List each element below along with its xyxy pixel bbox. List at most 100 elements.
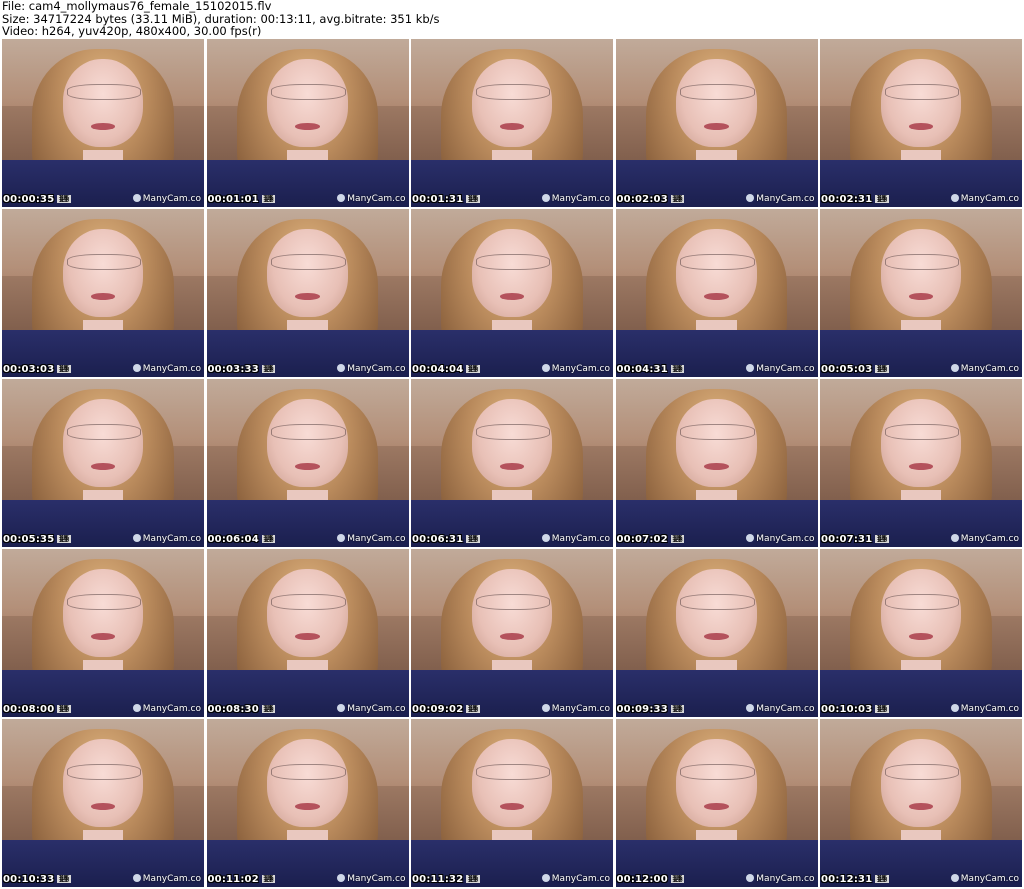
timestamp-text: 00:11:32: [412, 874, 464, 885]
manycam-logo-icon: [950, 364, 959, 372]
manycam-watermark: ManyCam.co: [132, 194, 201, 204]
manycam-logo-icon: [541, 194, 550, 202]
thumbnail-timestamp: 00:08:30 15: [208, 704, 276, 715]
thumbnail-glasses: [884, 424, 960, 440]
manycam-watermark: ManyCam.co: [337, 704, 406, 714]
timestamp-text: 00:07:31: [821, 534, 873, 545]
video-thumbnail: ManyCam.co 00:06:04 15: [206, 379, 409, 547]
timestamp-text: 00:04:04: [412, 364, 464, 375]
thumbnail-lips: [295, 123, 320, 130]
thumbnail-lips: [908, 293, 934, 300]
timestamp-text: 00:02:03: [616, 194, 668, 205]
watermark-text: ManyCam.co: [551, 704, 610, 714]
thumbnail-face: [62, 59, 144, 147]
timestamp-text: 00:09:02: [412, 704, 464, 715]
manycam-logo-icon: [950, 874, 959, 882]
thumbnail-timestamp: 00:11:32 15: [412, 874, 480, 885]
video-thumbnail: ManyCam.co 00:09:33 15: [615, 549, 818, 717]
thumbnail-lips: [499, 293, 525, 300]
watermark-text: ManyCam.co: [960, 704, 1019, 714]
manycam-watermark: ManyCam.co: [950, 534, 1019, 544]
watermark-text: ManyCam.co: [142, 534, 201, 544]
video-thumbnail: ManyCam.co 00:03:03 15: [2, 209, 204, 377]
thumbnail-glasses: [271, 84, 346, 100]
video-thumbnail: ManyCam.co 00:03:33 15: [206, 209, 409, 377]
thumbnail-face: [62, 399, 144, 487]
timestamp-text: 00:05:03: [821, 364, 873, 375]
manycam-logo-icon: [746, 364, 755, 372]
thumbnail-timestamp: 00:06:31 15: [412, 534, 480, 545]
thumbnail-lips: [499, 463, 525, 470]
frame-badge: 15: [466, 365, 480, 373]
timestamp-text: 00:00:35: [3, 194, 55, 205]
thumbnail-timestamp: 00:10:03 15: [821, 704, 889, 715]
frame-badge: 15: [670, 535, 685, 543]
thumbnail-timestamp: 00:11:02 15: [208, 874, 276, 885]
frame-badge: 15: [875, 365, 889, 373]
video-thumbnail: ManyCam.co 00:12:00 15: [615, 719, 818, 887]
video-thumbnail: ManyCam.co 00:08:00 15: [2, 549, 204, 717]
thumbnail-face: [880, 229, 962, 317]
timestamp-text: 00:06:31: [412, 534, 464, 545]
frame-badge: 15: [261, 365, 276, 373]
thumbnail-glasses: [680, 594, 755, 610]
thumbnail-timestamp: 00:03:33 15: [208, 364, 276, 375]
timestamp-text: 00:04:31: [616, 364, 668, 375]
thumbnail-timestamp: 00:06:04 15: [208, 534, 276, 545]
thumbnail-glasses: [884, 254, 960, 270]
thumbnail-timestamp: 00:04:31 15: [617, 364, 685, 375]
watermark-text: ManyCam.co: [347, 194, 406, 204]
thumbnail-lips: [704, 463, 729, 470]
file-info-header: File: cam4_mollymaus76_female_15102015.f…: [2, 0, 1022, 38]
frame-badge: 15: [875, 705, 889, 713]
timestamp-text: 00:09:33: [616, 704, 668, 715]
thumbnail-timestamp: 00:04:04 15: [412, 364, 480, 375]
manycam-watermark: ManyCam.co: [746, 364, 815, 374]
timestamp-text: 00:11:02: [207, 874, 259, 885]
watermark-text: ManyCam.co: [756, 874, 815, 884]
thumbnail-face: [267, 229, 348, 317]
thumbnail-face: [471, 229, 553, 317]
manycam-logo-icon: [541, 364, 550, 372]
timestamp-text: 00:05:35: [3, 534, 55, 545]
thumbnail-glasses: [66, 84, 142, 100]
manycam-logo-icon: [132, 364, 141, 372]
video-thumbnail: ManyCam.co 00:11:32 15: [411, 719, 613, 887]
thumbnail-face: [880, 569, 962, 657]
thumbnail-glasses: [271, 594, 346, 610]
frame-badge: 15: [875, 195, 889, 203]
thumbnail-face: [62, 229, 144, 317]
thumbnail-lips: [499, 123, 525, 130]
manycam-watermark: ManyCam.co: [746, 534, 815, 544]
video-thumbnail: ManyCam.co 00:04:31 15: [615, 209, 818, 377]
thumbnail-glasses: [680, 254, 755, 270]
thumbnail-face: [880, 59, 962, 147]
thumbnail-glasses: [66, 254, 142, 270]
thumbnail-lips: [499, 803, 525, 810]
manycam-logo-icon: [337, 364, 346, 372]
video-thumbnail: ManyCam.co 00:07:31 15: [820, 379, 1022, 547]
timestamp-text: 00:10:03: [821, 704, 873, 715]
thumbnail-glasses: [271, 424, 346, 440]
file-name-line: File: cam4_mollymaus76_female_15102015.f…: [2, 0, 272, 13]
frame-badge: 15: [466, 875, 480, 883]
manycam-watermark: ManyCam.co: [746, 704, 815, 714]
frame-badge: 15: [670, 365, 685, 373]
manycam-logo-icon: [950, 194, 959, 202]
thumbnail-glasses: [680, 764, 755, 780]
watermark-text: ManyCam.co: [142, 874, 201, 884]
timestamp-text: 00:12:31: [821, 874, 873, 885]
thumbnail-timestamp: 00:07:02 15: [617, 534, 685, 545]
thumbnail-glasses: [271, 764, 346, 780]
thumbnail-glasses: [66, 594, 142, 610]
thumbnail-timestamp: 00:00:35 15: [3, 194, 71, 205]
thumbnail-timestamp: 00:05:35 15: [3, 534, 71, 545]
thumbnail-glasses: [475, 424, 551, 440]
timestamp-text: 00:03:03: [3, 364, 55, 375]
thumbnail-timestamp: 00:09:33 15: [617, 704, 685, 715]
thumbnail-lips: [90, 293, 116, 300]
thumbnail-glasses: [680, 424, 755, 440]
frame-badge: 15: [670, 195, 685, 203]
timestamp-text: 00:08:30: [207, 704, 259, 715]
thumbnail-glasses: [66, 424, 142, 440]
